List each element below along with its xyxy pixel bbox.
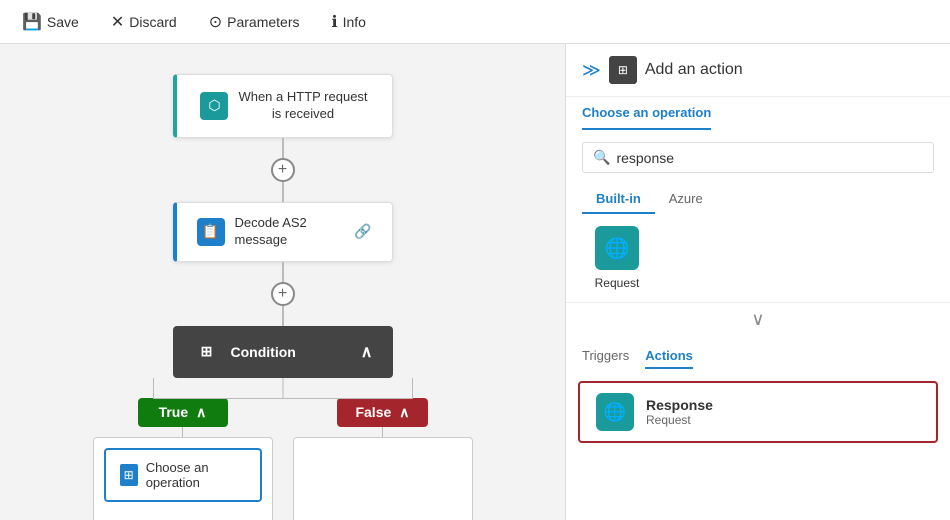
- search-icon: 🔍: [593, 149, 610, 166]
- info-label: Info: [343, 14, 366, 30]
- panel-title-icon: ⊞: [609, 56, 637, 84]
- decode-link-icon[interactable]: 🔗: [354, 223, 371, 240]
- true-branch-header[interactable]: True ∧: [138, 398, 228, 427]
- choose-operation-node[interactable]: ⊞ Choose an operation: [104, 448, 262, 502]
- panel-divider[interactable]: ∨: [566, 302, 950, 336]
- http-node-icon: ⬡: [200, 92, 228, 120]
- panel-title-text: Add an action: [645, 61, 743, 79]
- true-branch: True ∧ ⊞ Choose an operation: [93, 398, 273, 520]
- parameters-button[interactable]: ⊙ Parameters: [203, 8, 306, 36]
- main-content: ⬡ When a HTTP request is received + 📋 De…: [0, 44, 950, 520]
- action-item-response[interactable]: 🌐 Response Request: [578, 381, 938, 443]
- request-op-label: Request: [595, 276, 640, 290]
- response-action-icon: 🌐: [596, 393, 634, 431]
- false-branch-body: [293, 437, 473, 520]
- flow-container: ⬡ When a HTTP request is received + 📋 De…: [93, 74, 473, 520]
- actions-header: Triggers Actions: [566, 336, 950, 377]
- condition-node-text: Condition: [231, 344, 296, 360]
- save-icon: 💾: [22, 12, 42, 32]
- decode-node-text: Decode AS2 message: [235, 215, 345, 249]
- panel-header: ≫ ⊞ Add an action: [566, 44, 950, 97]
- http-request-node[interactable]: ⬡ When a HTTP request is received: [173, 74, 393, 138]
- canvas: ⬡ When a HTTP request is received + 📋 De…: [0, 44, 565, 520]
- connector-2: +: [271, 262, 295, 326]
- decode-node[interactable]: 📋 Decode AS2 message 🔗: [173, 202, 393, 262]
- branches-row: True ∧ ⊞ Choose an operation: [93, 398, 473, 520]
- triggers-tab[interactable]: Triggers: [582, 344, 629, 369]
- add-button-1[interactable]: +: [271, 158, 295, 182]
- choose-operation-tab[interactable]: Choose an operation: [582, 97, 711, 130]
- filter-tab-builtin[interactable]: Built-in: [582, 185, 655, 214]
- toolbar: 💾 Save ✕ Discard ⊙ Parameters ℹ Info: [0, 0, 950, 44]
- response-action-name: Response: [646, 397, 713, 413]
- filter-tab-azure[interactable]: Azure: [655, 185, 717, 214]
- discard-label: Discard: [129, 14, 176, 30]
- actions-tab[interactable]: Actions: [645, 344, 693, 369]
- info-button[interactable]: ℹ Info: [325, 8, 371, 36]
- operations-grid: 🌐 Request: [566, 226, 950, 302]
- add-button-2[interactable]: +: [271, 282, 295, 306]
- action-items-list: 🌐 Response Request: [566, 377, 950, 447]
- condition-node-icon: ⊞: [193, 338, 221, 366]
- discard-button[interactable]: ✕ Discard: [105, 8, 183, 36]
- save-label: Save: [47, 14, 79, 30]
- response-action-info: Response Request: [646, 397, 713, 427]
- decode-node-icon: 📋: [197, 218, 225, 246]
- operation-request[interactable]: 🌐 Request: [582, 226, 652, 290]
- right-panel: ≫ ⊞ Add an action Choose an operation 🔍 …: [565, 44, 950, 520]
- true-branch-chevron: ∧: [196, 404, 206, 421]
- search-box: 🔍: [582, 142, 934, 173]
- request-op-icon: 🌐: [595, 226, 639, 270]
- false-branch: False ∧: [293, 398, 473, 520]
- http-node-text: When a HTTP request is received: [238, 89, 367, 123]
- discard-icon: ✕: [111, 12, 124, 32]
- choose-op-icon: ⊞: [120, 464, 138, 486]
- true-branch-body: ⊞ Choose an operation: [93, 437, 273, 520]
- connector-1: +: [271, 138, 295, 202]
- condition-chevron-icon[interactable]: ∧: [361, 342, 373, 362]
- panel-tab-area: Choose an operation: [566, 97, 950, 130]
- condition-node[interactable]: ⊞ Condition ∧: [173, 326, 393, 378]
- info-icon: ℹ: [331, 12, 337, 32]
- response-action-sub: Request: [646, 413, 713, 427]
- parameters-label: Parameters: [227, 14, 299, 30]
- save-button[interactable]: 💾 Save: [16, 8, 85, 36]
- false-branch-chevron: ∧: [399, 404, 409, 421]
- false-branch-header[interactable]: False ∧: [337, 398, 427, 427]
- choose-op-text: Choose an operation: [146, 460, 246, 490]
- search-input[interactable]: [616, 150, 923, 166]
- filter-tabs: Built-in Azure: [566, 185, 950, 214]
- parameters-icon: ⊙: [209, 12, 222, 32]
- expand-icon[interactable]: ≫: [582, 60, 601, 81]
